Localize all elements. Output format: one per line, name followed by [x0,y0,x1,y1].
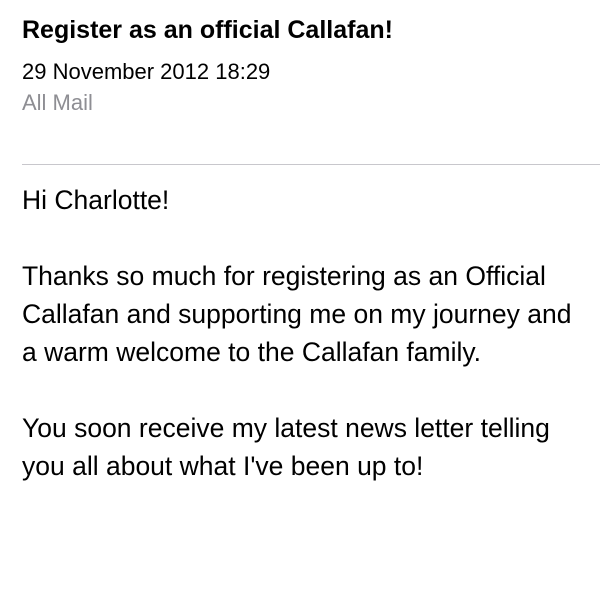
message-paragraph-1: Thanks so much for registering as an Off… [22,261,572,367]
message-paragraph-2: You soon receive my latest news letter t… [22,413,550,481]
message-folder[interactable]: All Mail [22,88,590,118]
message-body: Hi Charlotte! Thanks so much for registe… [22,181,592,485]
message-date: 29 November 2012 18:29 [22,59,271,84]
header-divider [22,164,600,165]
message-greeting: Hi Charlotte! [22,185,170,215]
message-subject: Register as an official Callafan! [22,16,393,44]
mail-message-view: Register as an official Callafan! 29 Nov… [0,0,600,600]
message-header: Register as an official Callafan! 29 Nov… [22,14,590,118]
